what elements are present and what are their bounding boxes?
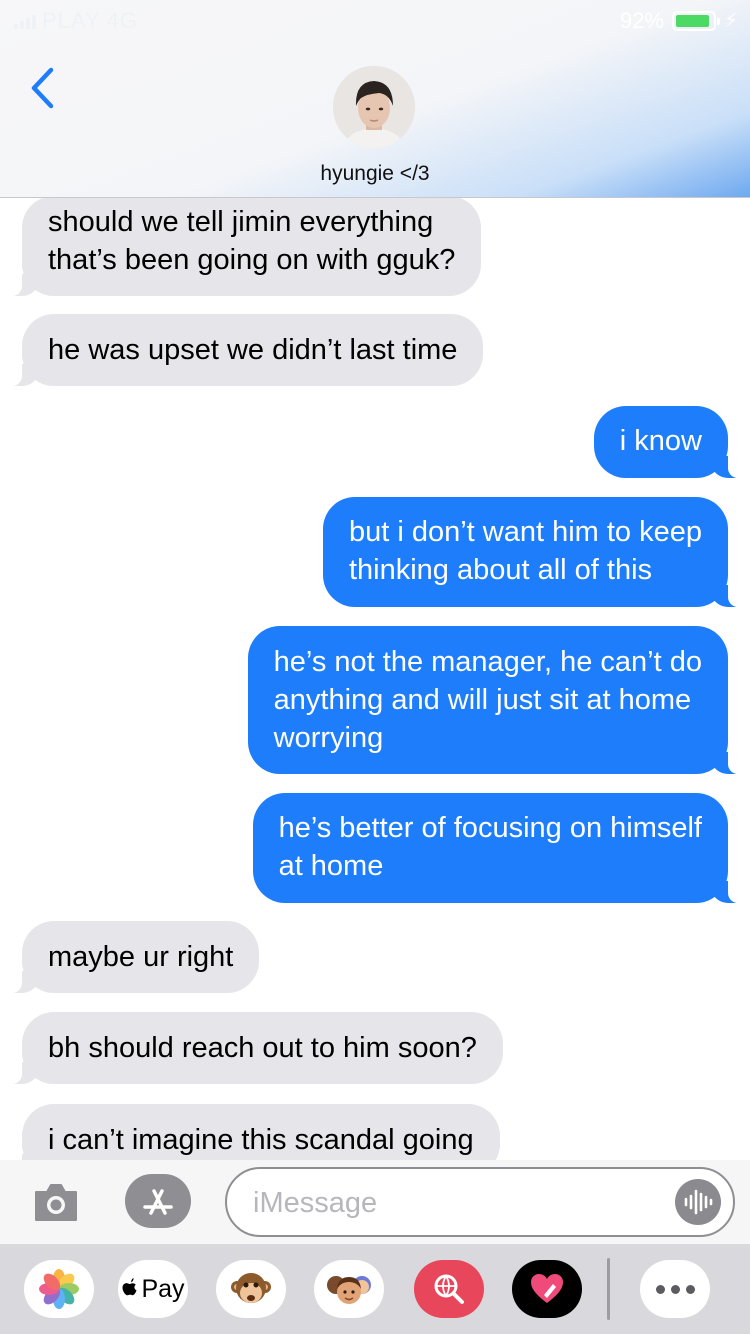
- message-line: he was upset we didn’t last time: [48, 334, 458, 366]
- message-bubble-incoming[interactable]: bh should reach out to him soon?: [8, 1012, 503, 1084]
- signal-strength-icon: [14, 13, 36, 29]
- message-line: at home: [278, 850, 384, 882]
- web-search-button[interactable]: [414, 1260, 484, 1318]
- battery-percent: 92%: [619, 8, 664, 33]
- message-bubble-outgoing[interactable]: he’s better of focusing on himself at ho…: [252, 793, 743, 903]
- photos-app-button[interactable]: [24, 1260, 94, 1318]
- digital-touch-button[interactable]: [512, 1260, 582, 1318]
- app-drawer: Pay: [0, 1244, 750, 1334]
- message-line: he’s not the manager, he can’t do: [273, 646, 702, 678]
- camera-icon: [35, 1184, 77, 1221]
- status-bar: PLAY 4G 92% ⚡: [0, 0, 750, 40]
- contact-avatar[interactable]: [333, 66, 415, 148]
- more-ellipsis-icon: [655, 1284, 695, 1294]
- camera-button[interactable]: [32, 1180, 80, 1224]
- monkey-animoji-icon: [231, 1273, 271, 1303]
- apple-pay-label: Pay: [121, 1274, 185, 1304]
- message-line: i know: [619, 425, 702, 457]
- apple-pay-button[interactable]: Pay: [118, 1260, 188, 1318]
- message-bubble-incoming[interactable]: should we tell jimin everything that’s b…: [7, 196, 482, 296]
- message-line: maybe ur right: [48, 941, 234, 973]
- app-store-button[interactable]: [125, 1174, 191, 1228]
- more-apps-button[interactable]: [640, 1260, 710, 1318]
- message-line: i can’t imagine this scandal going: [48, 1124, 474, 1156]
- animoji-button[interactable]: [216, 1260, 286, 1318]
- message-bubble-incoming[interactable]: i can’t imagine this scandal going: [8, 1104, 500, 1160]
- message-line: worrying: [273, 722, 384, 754]
- audio-record-button[interactable]: [675, 1179, 721, 1225]
- back-button[interactable]: [22, 66, 62, 110]
- message-line: but i don’t want him to keep: [348, 516, 702, 548]
- message-bubble-outgoing[interactable]: he’s not the manager, he can’t do anythi…: [247, 626, 743, 774]
- message-line: that’s been going on with gguk?: [48, 244, 456, 276]
- apple-pay-text: Pay: [141, 1274, 185, 1303]
- contact-photo: [333, 66, 415, 148]
- chevron-left-icon: [31, 67, 54, 109]
- network-type: 4G: [106, 8, 138, 33]
- memoji-stickers-icon: [327, 1276, 371, 1304]
- charging-bolt-icon: ⚡: [723, 10, 738, 32]
- audio-waveform-icon: [684, 1189, 713, 1215]
- memoji-stickers-button[interactable]: [314, 1260, 384, 1318]
- drawer-divider: [607, 1258, 610, 1320]
- message-line: bh should reach out to him soon?: [48, 1032, 477, 1064]
- web-search-icon: [434, 1274, 464, 1304]
- message-input[interactable]: [253, 1183, 673, 1223]
- carrier-name: PLAY: [42, 8, 101, 33]
- apple-logo-icon: [122, 1278, 137, 1296]
- message-line: should we tell jimin everything: [48, 206, 434, 238]
- app-store-icon: [143, 1189, 173, 1215]
- message-bubble-outgoing[interactable]: but i don’t want him to keep thinking ab…: [322, 497, 743, 607]
- message-bubble-incoming[interactable]: he was upset we didn’t last time: [7, 314, 484, 386]
- carrier-info: PLAY 4G: [14, 8, 138, 34]
- compose-bar: [0, 1160, 750, 1244]
- imessage-field[interactable]: [225, 1167, 735, 1237]
- message-line: he’s better of focusing on himself: [278, 812, 702, 844]
- digital-touch-icon: [531, 1274, 563, 1303]
- message-bubble-incoming[interactable]: maybe ur right: [7, 921, 260, 993]
- message-line: anything and will just sit at home: [273, 684, 692, 716]
- message-line: thinking about all of this: [348, 554, 653, 586]
- message-bubble-outgoing[interactable]: i know: [593, 406, 743, 478]
- battery-level: [676, 15, 710, 27]
- contact-name[interactable]: hyungie </3: [0, 162, 750, 186]
- battery-icon: [672, 11, 720, 31]
- photos-icon: [39, 1269, 79, 1309]
